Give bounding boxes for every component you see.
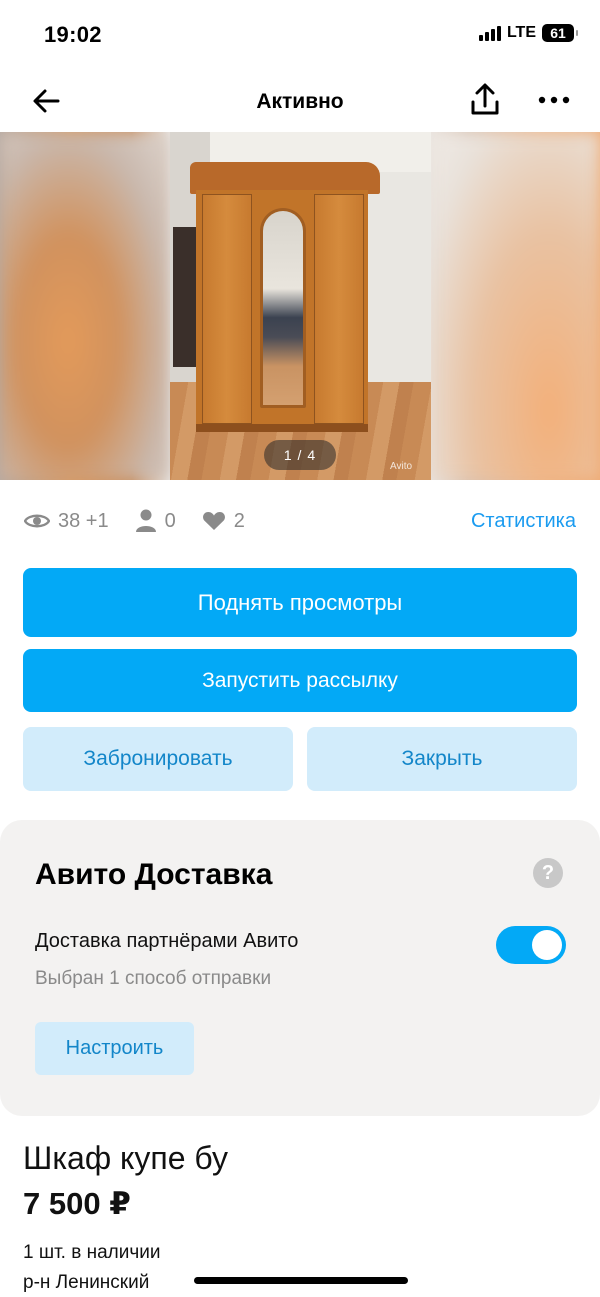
- listing-stock: 1 шт. в наличии: [23, 1242, 161, 1263]
- battery-level: 61: [550, 25, 566, 41]
- listing-photo[interactable]: [170, 132, 431, 480]
- contacts-count: 0: [164, 509, 176, 532]
- more-horizontal-icon: [538, 96, 570, 104]
- watermark: Avito: [390, 461, 413, 472]
- close-listing-button[interactable]: Закрыть: [307, 727, 577, 791]
- photo-gallery[interactable]: [0, 132, 600, 480]
- contacts-stat: 0: [135, 509, 176, 533]
- delivery-toggle[interactable]: [496, 926, 566, 964]
- favorites-count: 2: [233, 509, 245, 532]
- help-icon[interactable]: ?: [533, 858, 563, 888]
- listing-district: р-н Ленинский: [23, 1272, 150, 1293]
- share-icon: [471, 83, 499, 115]
- gallery-blur-right: [430, 132, 600, 480]
- views-count: 38 +1: [58, 509, 109, 532]
- views-stat: 38 +1: [24, 510, 109, 533]
- status-time: 19:02: [44, 22, 102, 47]
- person-icon: [135, 509, 156, 532]
- battery-icon: 61: [542, 24, 578, 42]
- delivery-option-label: Доставка партнёрами Авито: [35, 930, 299, 952]
- photo-counter: 1 / 4: [264, 440, 336, 470]
- page-title: Активно: [256, 90, 344, 113]
- stats-row: 38 +1 0 2 Статистика: [24, 504, 576, 538]
- delivery-card: Авито Доставка ? Доставка партнёрами Ави…: [0, 820, 600, 1116]
- share-button[interactable]: [468, 82, 502, 118]
- listing-title: Шкаф купе бу: [23, 1140, 229, 1176]
- heart-icon: [202, 512, 225, 530]
- configure-button[interactable]: Настроить: [35, 1022, 194, 1075]
- raise-views-button[interactable]: Поднять просмотры: [23, 568, 577, 637]
- delivery-title: Авито Доставка: [35, 858, 273, 891]
- listing-price: 7 500 ₽: [23, 1186, 131, 1221]
- delivery-option-subtitle: Выбран 1 способ отправки: [35, 968, 272, 989]
- toggle-knob: [532, 930, 562, 960]
- signal-icon: [478, 25, 501, 41]
- wardrobe-image: [190, 162, 380, 432]
- more-button[interactable]: [534, 86, 574, 114]
- gallery-blur-left: [0, 132, 170, 480]
- nav-bar: Активно: [0, 70, 600, 132]
- network-label: LTE: [506, 24, 536, 41]
- home-indicator: [194, 1277, 408, 1284]
- statistics-link[interactable]: Статистика: [471, 510, 576, 533]
- status-indicators: LTE 61: [478, 24, 578, 42]
- eye-icon: [24, 514, 50, 528]
- book-button[interactable]: Забронировать: [23, 727, 293, 791]
- favorites-stat: 2: [202, 510, 245, 533]
- start-mailing-button[interactable]: Запустить рассылку: [23, 649, 577, 712]
- status-bar: 19:02 LTE 61: [0, 0, 600, 70]
